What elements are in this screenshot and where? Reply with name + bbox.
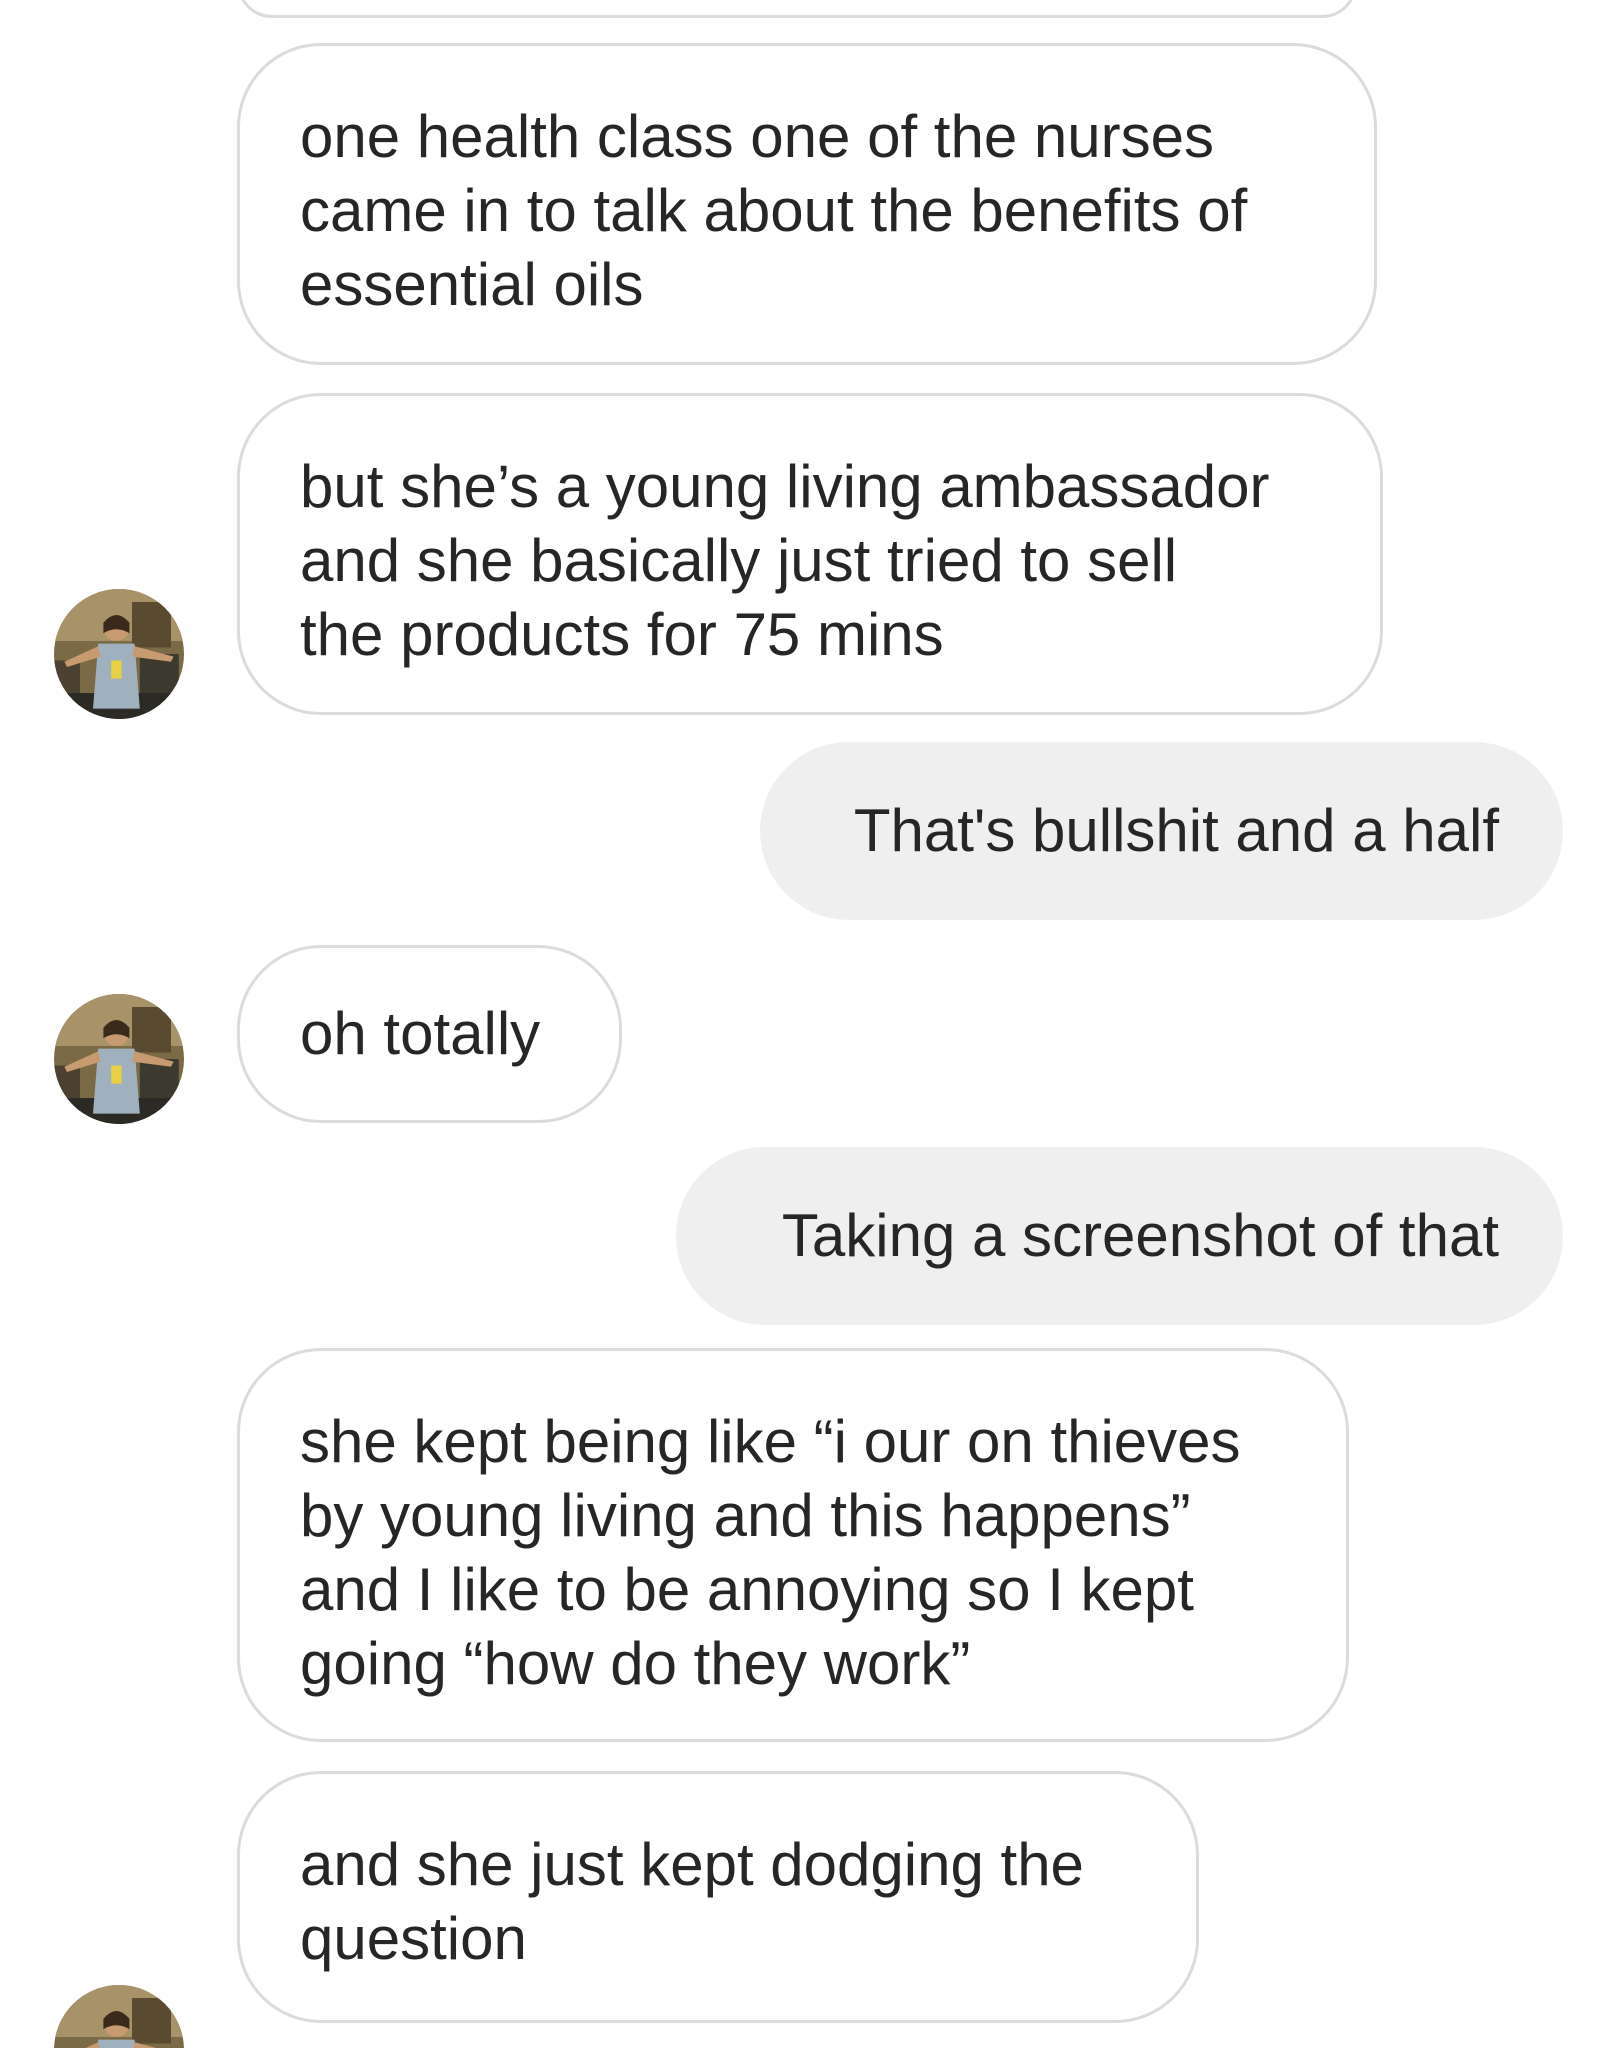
message-bubble-incoming[interactable]: she kept being like “i our on thieves by… <box>237 1348 1349 1742</box>
profile-photo-icon <box>54 994 184 1124</box>
avatar[interactable] <box>54 589 184 719</box>
message-bubble-incoming[interactable]: one health class one of the nurses came … <box>237 43 1377 365</box>
message-bubble-outgoing[interactable]: Taking a screenshot of that <box>676 1147 1563 1325</box>
message-thread[interactable]: one health class one of the nurses came … <box>0 0 1623 2048</box>
message-bubble-incoming[interactable]: oh totally <box>237 945 622 1123</box>
message-bubble-incoming[interactable]: but she’s a young living ambassador and … <box>237 393 1383 715</box>
profile-photo-icon <box>54 1985 184 2048</box>
profile-photo-icon <box>54 589 184 719</box>
message-bubble-incoming[interactable]: and she just kept dodging the question <box>237 1771 1199 2023</box>
avatar[interactable] <box>54 1985 184 2048</box>
message-bubble-incoming[interactable] <box>237 0 1357 18</box>
avatar[interactable] <box>54 994 184 1124</box>
message-bubble-outgoing[interactable]: That's bullshit and a half <box>760 742 1563 920</box>
